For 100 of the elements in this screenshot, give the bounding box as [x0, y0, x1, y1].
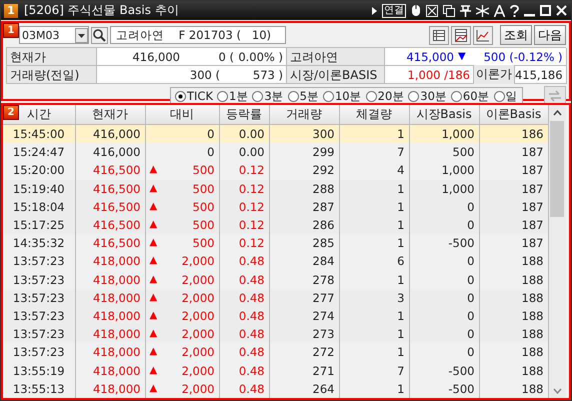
- table-cell: 1: [339, 124, 409, 144]
- table-cell: 299: [269, 143, 339, 162]
- period-radio[interactable]: 1분: [217, 88, 248, 104]
- window-number-badge: 1: [4, 4, 18, 18]
- search-icon[interactable]: [91, 26, 108, 44]
- underlying-change: 500 (: [482, 50, 514, 64]
- maximize-icon[interactable]: [540, 5, 551, 16]
- table-cell: 1: [339, 180, 409, 198]
- table-cell: 416,500: [75, 234, 145, 252]
- period-radio[interactable]: TICK: [175, 89, 213, 103]
- name-field: 고려아연 F 201703 ( 10): [110, 26, 286, 44]
- font-icon[interactable]: [494, 4, 505, 16]
- line-chart-icon[interactable]: [473, 26, 493, 44]
- asterisk-icon[interactable]: [476, 4, 489, 16]
- column-header: 대비: [145, 105, 219, 124]
- table-row[interactable]: 15:18:04 416,500 ▲ 500 0.12 287 1 0 187: [3, 198, 548, 216]
- table-cell: 187: [479, 143, 548, 162]
- period-radio[interactable]: 3분: [252, 88, 284, 104]
- link-button[interactable]: 연결: [382, 4, 406, 18]
- radio-icon[interactable]: [322, 90, 334, 102]
- scroll-down-icon[interactable]: [552, 388, 562, 394]
- table-cell: 13:55:13: [3, 380, 75, 398]
- query-button[interactable]: 조회: [500, 25, 532, 45]
- radio-icon[interactable]: [175, 90, 186, 102]
- table-cell: 15:19:40: [3, 180, 75, 198]
- table-cell: 187: [479, 180, 548, 198]
- table-cell: -500: [409, 234, 479, 252]
- radio-icon[interactable]: [450, 90, 462, 102]
- table-cell: 0.48: [219, 361, 269, 380]
- windows-icon[interactable]: [443, 4, 455, 16]
- next-button[interactable]: 다음: [534, 25, 566, 45]
- table-cell: 0: [145, 143, 219, 162]
- period-radio[interactable]: 20분: [366, 88, 404, 104]
- table-cell: 0.12: [219, 180, 269, 198]
- radio-icon[interactable]: [217, 90, 228, 102]
- table-row[interactable]: 13:57:23 418,000 ▲ 2,000 0.48 273 1 0 188: [3, 325, 548, 344]
- radio-icon[interactable]: [366, 90, 377, 102]
- scroll-up-icon[interactable]: [552, 110, 562, 116]
- scrollbar[interactable]: [548, 105, 566, 398]
- panel-number-badge: 1: [3, 23, 19, 38]
- table-cell: 416,000: [75, 124, 145, 144]
- table-cell: ▲ 2,000: [145, 380, 219, 398]
- table-row[interactable]: 15:24:47 416,000 0 0.00 299 7 500 187: [3, 143, 548, 162]
- table-cell: 286: [269, 216, 339, 234]
- table-cell: 1: [339, 234, 409, 252]
- table-row[interactable]: 15:19:40 416,500 ▲ 500 0.12 288 1 1,000 187: [3, 180, 548, 198]
- column-header: 체결량: [339, 105, 409, 124]
- table-row[interactable]: 13:57:23 418,000 ▲ 2,000 0.48 272 1 0 188: [3, 343, 548, 362]
- table-cell: 416,500: [75, 216, 145, 234]
- table-cell: 187: [479, 234, 548, 252]
- pin-icon[interactable]: [460, 4, 471, 16]
- column-header: 시장Basis: [409, 105, 479, 124]
- table-cell: 13:57:23: [3, 343, 75, 362]
- table-cell: 285: [269, 234, 339, 252]
- caret-icon[interactable]: [372, 6, 377, 14]
- table-row[interactable]: 13:57:23 418,000 ▲ 2,000 0.48 277 3 0 188: [3, 288, 548, 307]
- close-icon[interactable]: [556, 5, 567, 16]
- period-radio[interactable]: 일: [494, 88, 518, 104]
- table-cell: 188: [479, 252, 548, 271]
- table-cell: 1: [339, 380, 409, 398]
- help-icon[interactable]: [510, 4, 519, 16]
- table-cell: 416,000: [75, 143, 145, 162]
- table-cell: 188: [479, 361, 548, 380]
- table-cell: ▲ 2,000: [145, 306, 219, 326]
- period-radio[interactable]: 5분: [288, 88, 319, 104]
- table-cell: 188: [479, 380, 548, 398]
- info-label: 거래량(전일): [7, 66, 97, 84]
- table-row[interactable]: 15:17:25 416,500 ▲ 500 0.12 286 1 0 187: [3, 216, 548, 234]
- boxed-x-icon[interactable]: [426, 4, 438, 16]
- period-radio[interactable]: 10분: [322, 88, 362, 104]
- code-dropdown[interactable]: 03M03: [19, 26, 89, 44]
- table-cell: ▲ 2,000: [145, 288, 219, 307]
- radio-icon[interactable]: [252, 90, 264, 102]
- table-row[interactable]: 13:55:13 418,000 ▲ 2,000 0.48 264 1 -500 188: [3, 380, 548, 398]
- radio-icon[interactable]: [288, 90, 299, 102]
- dropdown-caret-icon[interactable]: [75, 28, 88, 42]
- table-cell: 188: [479, 343, 548, 362]
- table-cell: 416,500: [75, 180, 145, 198]
- table-row[interactable]: 15:45:00 416,000 0 0.00 300 1 1,000 186: [3, 124, 548, 144]
- table-cell: 418,000: [75, 325, 145, 344]
- table-row[interactable]: 13:57:23 418,000 ▲ 2,000 0.48 274 1 0 188: [3, 306, 548, 326]
- table-row[interactable]: 13:55:19 418,000 ▲ 2,000 0.48 271 7 -500 188: [3, 361, 548, 380]
- mouse-icon[interactable]: [411, 4, 421, 17]
- table-cell: 0.12: [219, 234, 269, 252]
- chart-table-icon[interactable]: [451, 26, 471, 44]
- radio-icon[interactable]: [494, 90, 505, 102]
- table-cell: 0.00: [219, 143, 269, 162]
- table-cell: 14:35:32: [3, 234, 75, 252]
- radio-icon[interactable]: [408, 90, 420, 102]
- period-radio[interactable]: 60분: [450, 88, 490, 104]
- volume-value: 300 (: [188, 68, 220, 82]
- table-icon[interactable]: [429, 26, 449, 44]
- table-cell: 0: [409, 252, 479, 271]
- period-radio[interactable]: 30분: [408, 88, 447, 104]
- table-cell: 188: [479, 288, 548, 307]
- table-row[interactable]: 14:35:32 416,500 ▲ 500 0.12 285 1 -500 187: [3, 234, 548, 252]
- table-cell: 287: [269, 198, 339, 216]
- table-row[interactable]: 13:57:23 418,000 ▲ 2,000 0.48 284 6 0 188: [3, 252, 548, 271]
- market-basis-value: 1,000 /: [406, 68, 448, 82]
- table-cell: 13:57:23: [3, 252, 75, 271]
